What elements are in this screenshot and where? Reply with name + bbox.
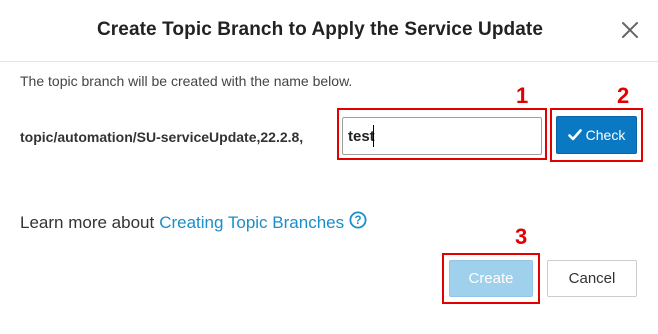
dialog-description: The topic branch will be created with th… <box>20 73 353 89</box>
cancel-button-label: Cancel <box>568 270 616 287</box>
creating-topic-branches-link[interactable]: Creating Topic Branches <box>159 213 344 233</box>
help-button[interactable]: ? <box>349 211 367 234</box>
learn-more-text: Learn more about <box>20 212 155 232</box>
annotation-number-1: 1 <box>516 83 529 108</box>
question-circle-icon: ? <box>349 211 367 229</box>
close-button[interactable] <box>618 18 642 42</box>
close-icon <box>622 22 638 38</box>
annotation-number-3: 3 <box>515 224 528 249</box>
annotation-box-2 <box>550 108 643 162</box>
dialog-header: Create Topic Branch to Apply the Service… <box>0 0 658 62</box>
annotation-number-2: 2 <box>617 83 630 108</box>
svg-text:?: ? <box>355 215 362 227</box>
dialog-title: Create Topic Branch to Apply the Service… <box>96 19 544 40</box>
create-topic-branch-dialog: Create Topic Branch to Apply the Service… <box>0 0 658 334</box>
annotation-box-3 <box>442 253 540 304</box>
branch-prefix: topic/automation/SU-serviceUpdate,22.2.8… <box>20 129 304 145</box>
learn-more-row: Learn more about Creating Topic Branches… <box>20 211 367 234</box>
annotation-box-1 <box>337 108 547 160</box>
cancel-button[interactable]: Cancel <box>547 260 637 297</box>
